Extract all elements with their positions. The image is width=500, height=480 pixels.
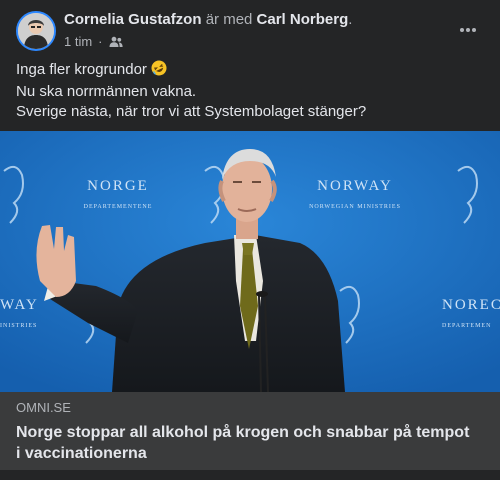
author-line: Cornelia Gustafzon är med Carl Norberg. [64,11,352,29]
post-bottom-edge [0,470,500,480]
post-line-3: Sverige nästa, när tror vi att Systembol… [16,103,367,120]
post-text: Inga fler krogrundor Nu ska norrmännen v… [16,60,484,122]
post-line-2: Nu ska norrmännen vakna. [16,83,197,100]
link-preview-image[interactable]: NORGE DEPARTEMENTENE NORWAY NORWEGIAN MI… [0,131,500,392]
post-line-1-text: Inga fler krogrundor [16,61,147,78]
author-name[interactable]: Cornelia Gustafzon [64,11,202,28]
avatar-photo [18,13,54,49]
post-meta: 1 tim · [64,34,123,49]
link-preview-footer[interactable]: OMNI.SE Norge stoppar all alkohol på kro… [0,392,500,470]
with-text: är med [205,11,253,28]
backdrop-way: WAY [0,297,39,313]
backdrop-departemen: DEPARTEMEN [442,323,491,329]
facebook-post: Cornelia Gustafzon är med Carl Norberg. … [0,0,500,480]
press-conference-photo: NORGE DEPARTEMENTENE NORWAY NORWEGIAN MI… [0,131,500,392]
post-header: Cornelia Gustafzon är med Carl Norberg. … [0,0,500,58]
link-domain: OMNI.SE [16,400,71,415]
end-punct: . [348,11,353,28]
more-options-button[interactable] [450,16,486,44]
more-options-icon [460,28,476,32]
backdrop-inistries: INISTRIES [0,323,37,329]
backdrop-norec: NOREC [442,297,500,313]
backdrop-departementene: DEPARTEMENTENE [84,204,153,210]
friends-icon[interactable] [109,36,123,48]
rolling-on-floor-laughing-emoji [151,60,167,82]
author-avatar[interactable] [16,11,56,51]
link-headline[interactable]: Norge stoppar all alkohol på krogen och … [16,422,476,464]
backdrop-norwegian-ministries: NORWEGIAN MINISTRIES [309,204,401,210]
backdrop-norway: NORWAY [317,178,393,194]
backdrop-norge: NORGE [87,178,149,194]
post-line-1: Inga fler krogrundor [16,60,484,82]
post-time[interactable]: 1 tim [64,34,92,49]
tagged-name[interactable]: Carl Norberg [257,11,349,28]
meta-separator: · [98,34,103,49]
